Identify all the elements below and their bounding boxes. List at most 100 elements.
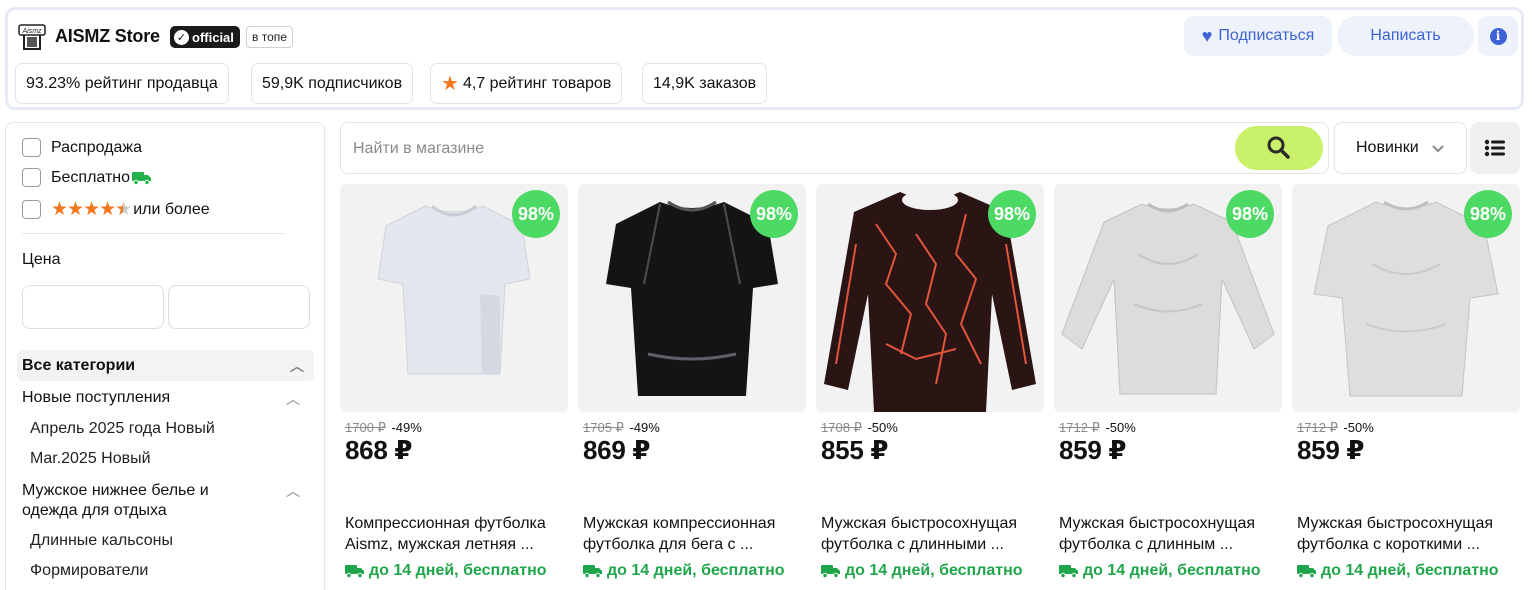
rating-checkbox[interactable] [22,200,41,219]
old-price-row: 1712 ₽ -50% [1297,420,1374,436]
subcategory-item[interactable]: Mar.2025 Новый [30,450,151,468]
truck-icon [821,565,840,579]
product-title[interactable]: Мужская быстросохнущая футболка с длинны… [1059,513,1279,555]
delivery-text: до 14 дней, бесплатно [1321,562,1499,579]
sort-select[interactable]: Новинки [1334,122,1467,174]
info-button[interactable]: i [1478,16,1518,56]
search-input[interactable] [353,137,1213,161]
filter-rating[interactable]: ★★★★ ★ или более [22,198,210,221]
svg-text:Aismz: Aismz [21,28,42,35]
product-card[interactable]: 98% 1712 ₽ -50% 859 ₽ Мужская быстросохн… [1054,184,1282,590]
top-badge: в топе [246,26,293,48]
search-button[interactable] [1235,126,1323,170]
delivery-info: до 14 дней, бесплатно [821,562,1023,580]
price: 869 ₽ [583,435,651,465]
product-title[interactable]: Компрессионная футболка Aismz, мужская л… [345,513,565,555]
sort-value: Новинки [1356,139,1419,156]
truck-icon [345,565,364,579]
discount: -50% [1105,420,1136,435]
truck-icon [1059,565,1078,579]
price-to-input[interactable] [168,285,310,329]
delivery-text: до 14 дней, бесплатно [369,562,547,579]
rating-badge: 98% [512,190,560,238]
product-card[interactable]: 98% 1705 ₽ -49% 869 ₽ Мужская компрессио… [578,184,806,590]
delivery-text: до 14 дней, бесплатно [607,562,785,579]
list-view-button[interactable] [1470,122,1520,174]
discount: -49% [391,420,422,435]
truck-icon [583,565,602,579]
subcategory-item[interactable]: Формирователи [30,562,148,580]
delivery-info: до 14 дней, бесплатно [583,562,785,580]
delivery-text: до 14 дней, бесплатно [1083,562,1261,579]
heart-icon: ♥ [1201,26,1213,46]
category-new-arrivals[interactable]: Новые поступления ︿ [22,389,310,407]
stat-text: 14,9K заказов [653,74,757,92]
product-card[interactable]: 98% 1708 ₽ -50% 855 ₽ Мужская быстросохн… [816,184,1044,590]
stat-subscribers: 59,9K подписчиков [251,63,414,104]
stat-product-rating: ★ 4,7 рейтинг товаров [430,63,623,104]
chevron-up-icon: ︿ [286,483,300,499]
product-title[interactable]: Мужская быстросохнущая футболка с коротк… [1297,513,1517,555]
free-delivery-checkbox[interactable] [22,168,41,187]
divider [22,233,286,234]
discount: -50% [867,420,898,435]
delivery-text: до 14 дней, бесплатно [845,562,1023,579]
subcategory-item[interactable]: Апрель 2025 года Новый [30,420,215,438]
filter-sidebar: Распродажа Бесплатно ★★★★ ★ или более Цен… [5,122,325,590]
info-icon: i [1489,27,1507,45]
free-delivery-label: Бесплатно [51,168,131,186]
rating-badge: 98% [1464,190,1512,238]
subcategory-item[interactable]: Длинные кальсоны [30,532,173,550]
rating-label: или более [133,200,210,218]
filter-free-delivery[interactable]: Бесплатно [22,168,152,187]
store-search [340,122,1329,174]
old-price: 1712 ₽ [1297,420,1338,435]
store-header: Aismz AISMZ Store ✓ official в топе 93.2… [5,7,1524,110]
price: 868 ₽ [345,435,413,465]
old-price-row: 1712 ₽ -50% [1059,420,1136,436]
write-button[interactable]: Написать [1337,16,1474,56]
product-image[interactable]: 98% [340,184,568,412]
star-icon: ★★★★ [51,199,116,220]
store-name[interactable]: AISMZ Store [55,26,160,47]
subscribe-button[interactable]: ♥ Подписаться [1184,16,1332,56]
stat-text: 93.23% рейтинг продавца [26,74,218,92]
category-label: Все категории [22,357,136,374]
product-image[interactable]: 98% [1054,184,1282,412]
price-from-input[interactable] [22,285,164,329]
product-title[interactable]: Мужская быстросохнущая футболка с длинны… [821,513,1041,555]
check-icon: ✓ [174,29,189,45]
search-icon [1267,136,1290,159]
category-label: Мужское нижнее белье и одежда для отдыха [22,482,209,519]
stat-text: 4,7 рейтинг товаров [462,74,612,92]
official-label: official [192,29,234,45]
product-image[interactable]: 98% [816,184,1044,412]
stat-seller-rating: 93.23% рейтинг продавца [15,63,229,104]
truck-icon [132,171,152,185]
delivery-info: до 14 дней, бесплатно [345,562,547,580]
filter-sale[interactable]: Распродажа [22,138,142,157]
rating-badge: 98% [750,190,798,238]
old-price: 1712 ₽ [1059,420,1100,435]
delivery-info: до 14 дней, бесплатно [1059,562,1261,580]
price: 859 ₽ [1059,435,1127,465]
stat-text: 59,9K подписчиков [262,74,403,92]
store-logo[interactable]: Aismz [16,21,48,53]
product-card[interactable]: 98% 1712 ₽ -50% 859 ₽ Мужская быстросохн… [1292,184,1520,590]
discount: -50% [1343,420,1374,435]
old-price: 1705 ₽ [583,420,624,435]
product-image[interactable]: 98% [578,184,806,412]
category-all[interactable]: Все категории ︿ [17,350,314,381]
product-title[interactable]: Мужская компрессионная футболка для бега… [583,513,803,555]
old-price-row: 1700 ₽ -49% [345,420,422,436]
official-badge: ✓ official [170,26,240,48]
product-card[interactable]: 98% 1700 ₽ -49% 868 ₽ Компрессионная фут… [340,184,568,590]
old-price: 1700 ₽ [345,420,386,435]
category-mens[interactable]: Мужское нижнее белье и одежда для отдыха… [22,481,310,521]
delivery-info: до 14 дней, бесплатно [1297,562,1499,580]
product-image[interactable]: 98% [1292,184,1520,412]
rating-badge: 98% [988,190,1036,238]
price: 859 ₽ [1297,435,1365,465]
sale-checkbox[interactable] [22,138,41,157]
chevron-down-icon [1431,144,1444,152]
